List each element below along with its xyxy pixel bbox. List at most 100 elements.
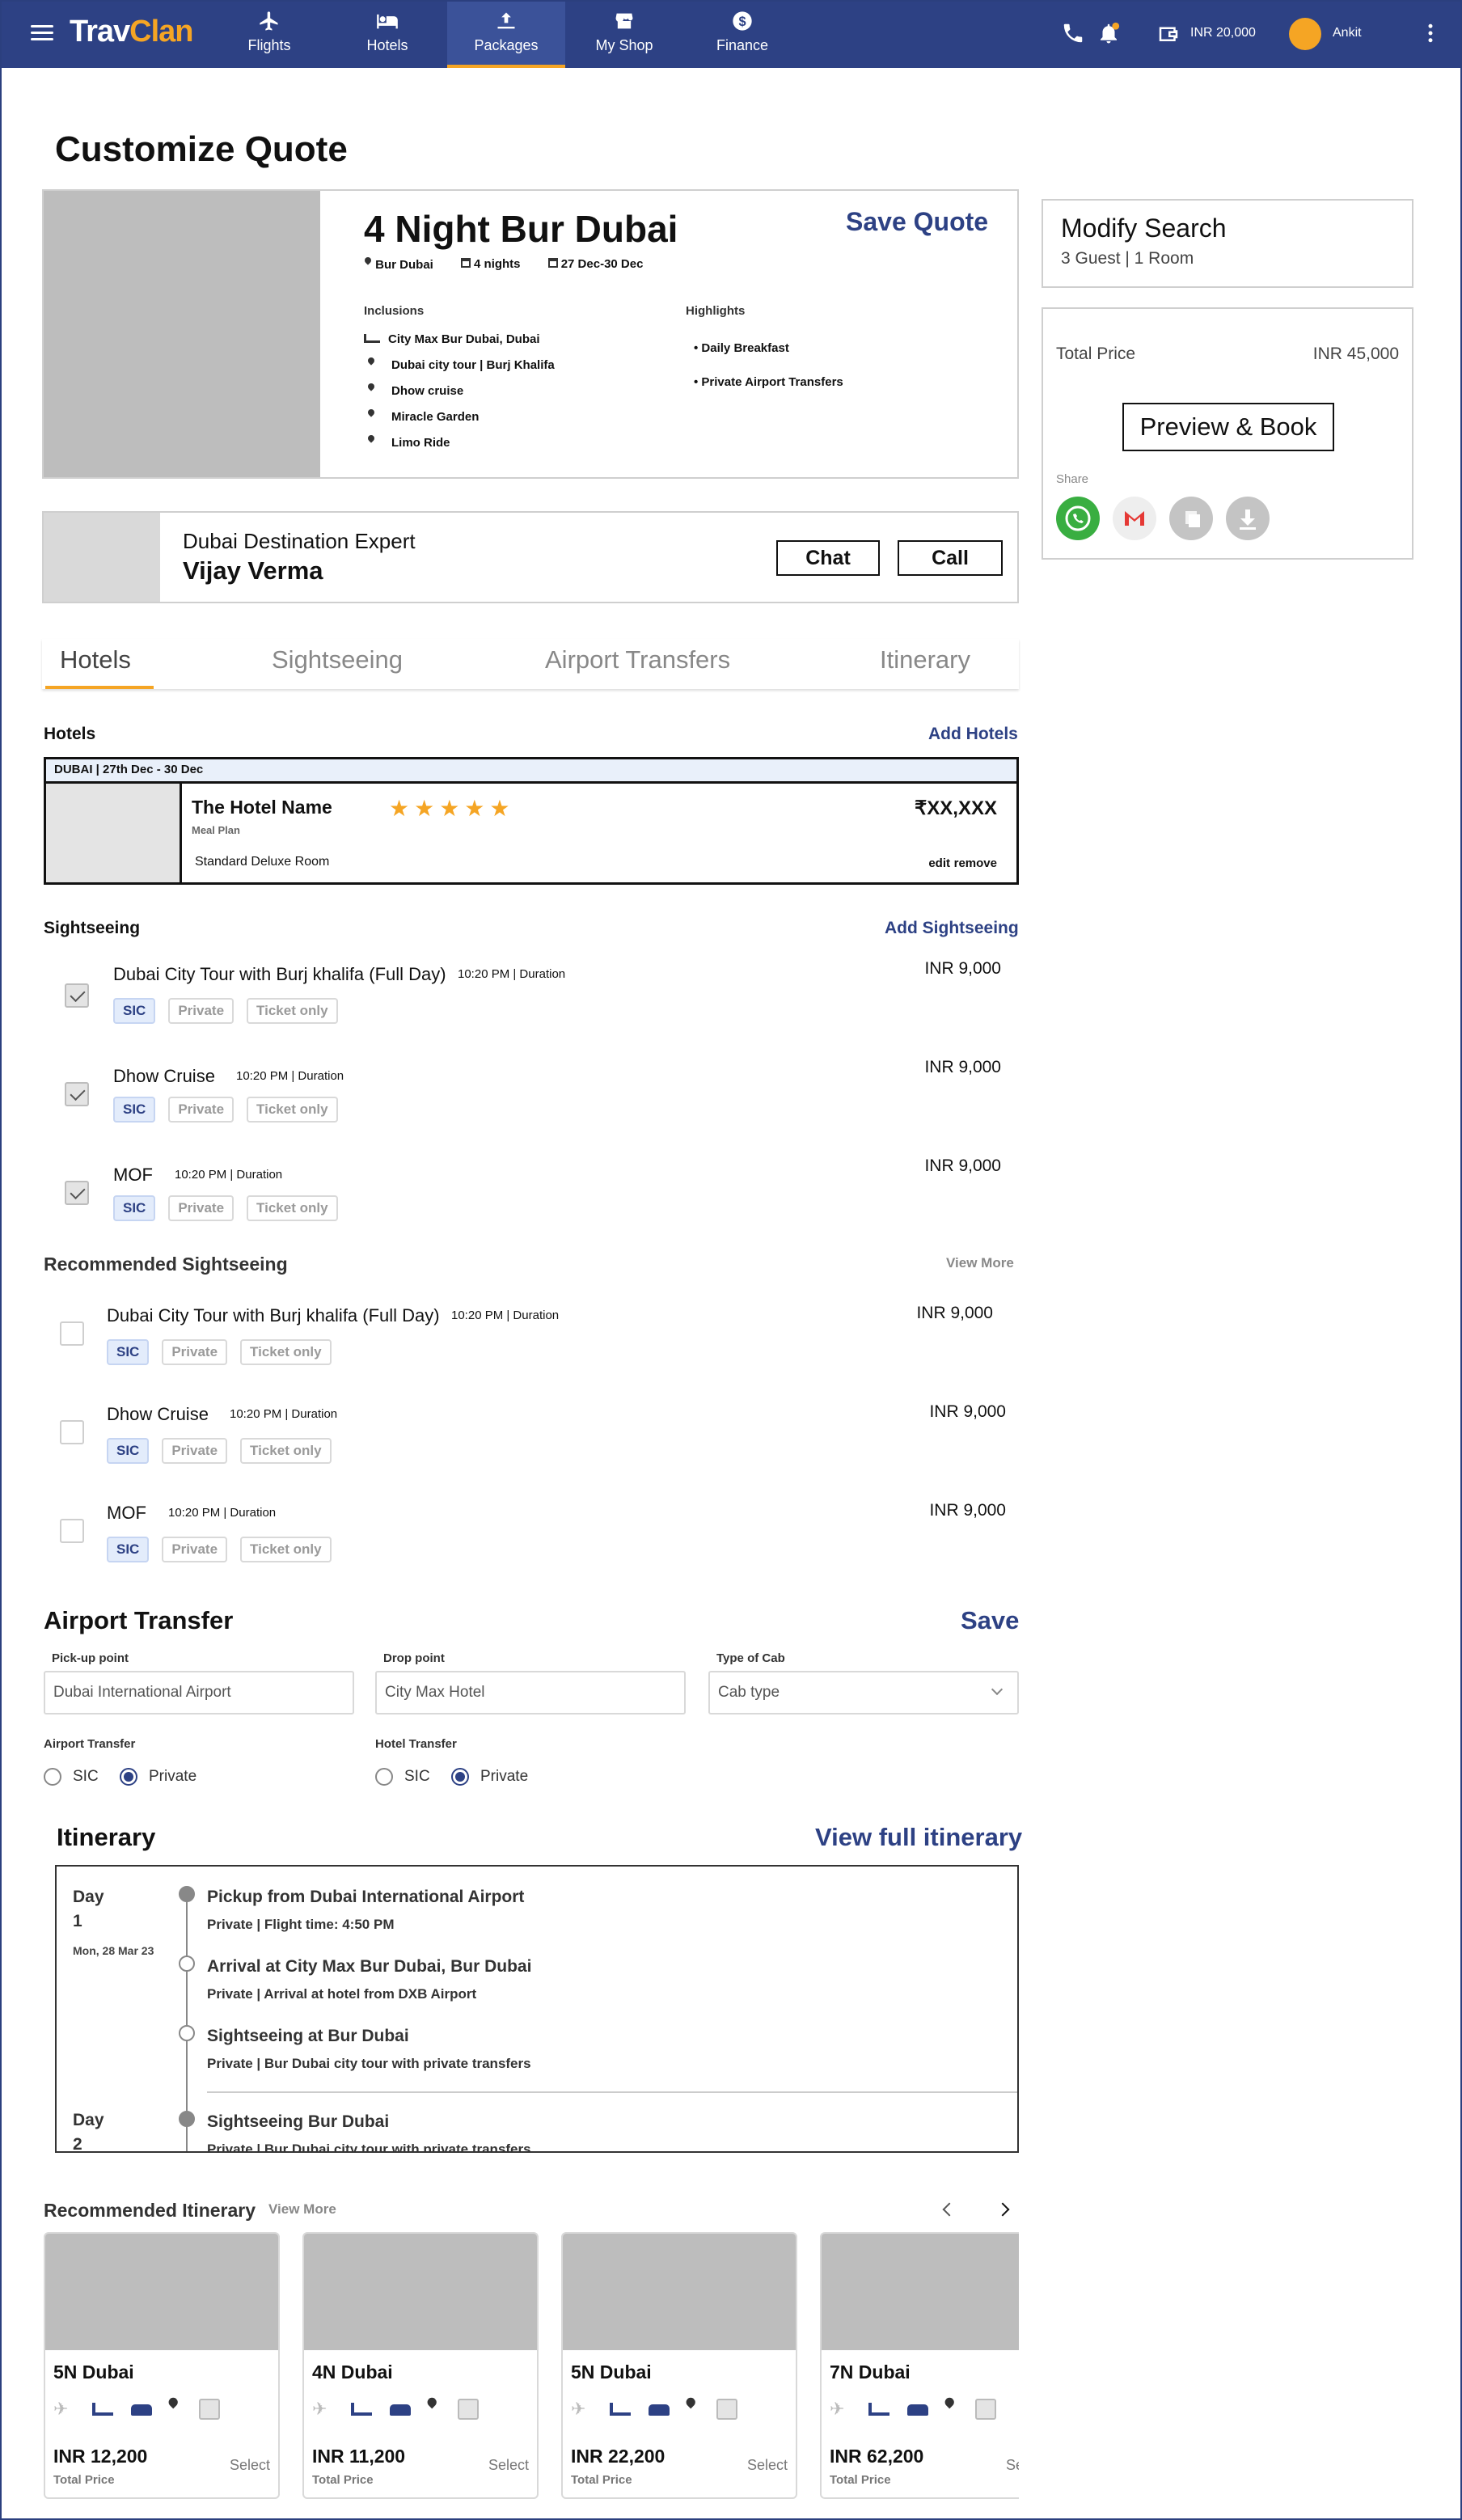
plane-icon: ✈ — [571, 2399, 586, 2419]
bed-icon — [610, 2403, 631, 2416]
select-itinerary-button[interactable]: Select — [747, 2457, 788, 2474]
edit-hotel-button[interactable]: edit — [928, 856, 950, 870]
add-sightseeing-button[interactable]: Add Sightseeing — [885, 919, 1019, 938]
option-ticket-only[interactable]: Ticket only — [240, 1339, 332, 1365]
inclusion-item: Dubai city tour | Burj Khalifa — [364, 353, 555, 378]
select-itinerary-button[interactable]: Select — [488, 2457, 529, 2474]
carousel-prev-icon[interactable] — [942, 2202, 957, 2217]
visa-icon — [716, 2399, 737, 2420]
sightseeing-checkbox[interactable] — [60, 1519, 84, 1543]
option-private[interactable]: Private — [168, 1097, 235, 1123]
wallet-icon[interactable] — [1156, 21, 1181, 45]
sightseeing-checkbox[interactable] — [65, 1181, 89, 1205]
nav-flights[interactable]: Flights — [210, 0, 328, 68]
tab-sightseeing[interactable]: Sightseeing — [272, 645, 403, 674]
view-more-itinerary-link[interactable]: View More — [268, 2201, 336, 2218]
bell-icon[interactable] — [1096, 21, 1121, 45]
option-private[interactable]: Private — [168, 1195, 235, 1221]
sightseeing-checkbox[interactable] — [65, 1082, 89, 1106]
tab-hotels[interactable]: Hotels — [60, 645, 131, 674]
day-label: Day — [73, 1888, 104, 1906]
itinerary-card[interactable]: 5N Dubai ✈ INR 22,200 Total Price Select — [561, 2232, 797, 2499]
download-icon[interactable] — [1226, 497, 1270, 540]
nights-meta: 4 nights — [460, 257, 521, 272]
option-ticket-only[interactable]: Ticket only — [247, 998, 338, 1024]
hotel-private-radio[interactable] — [451, 1768, 469, 1786]
nav-my-shop[interactable]: My Shop — [565, 0, 683, 68]
drop-field[interactable]: City Max Hotel — [375, 1671, 686, 1715]
nav-finance[interactable]: $ Finance — [683, 0, 801, 68]
view-more-sightseeing-link[interactable]: View More — [946, 1255, 1014, 1271]
add-hotels-button[interactable]: Add Hotels — [928, 725, 1018, 744]
nav-packages[interactable]: Packages — [447, 0, 565, 68]
sightseeing-checkbox[interactable] — [60, 1420, 84, 1444]
option-sic[interactable]: SIC — [107, 1537, 150, 1562]
user-name[interactable]: Ankit — [1333, 26, 1362, 40]
bed-icon — [92, 2403, 113, 2416]
hamburger-menu-icon[interactable] — [31, 21, 53, 45]
option-ticket-only[interactable]: Ticket only — [240, 1438, 332, 1464]
option-private[interactable]: Private — [162, 1537, 228, 1562]
option-private[interactable]: Private — [168, 998, 235, 1024]
bed-icon — [377, 14, 398, 29]
travclan-logo[interactable]: TravClan — [70, 15, 194, 49]
preview-book-button[interactable]: Preview & Book — [1122, 403, 1334, 451]
itinerary-card[interactable]: 4N Dubai ✈ INR 11,200 Total Price Select — [302, 2232, 539, 2499]
sightseeing-time: 10:20 PM | Duration — [236, 1069, 344, 1083]
option-sic[interactable]: SIC — [107, 1339, 150, 1365]
highlights-list: • Daily Breakfast • Private Airport Tran… — [694, 332, 843, 400]
highlights-label: Highlights — [686, 304, 746, 318]
inclusion-item: Limo Ride — [364, 430, 555, 456]
option-private[interactable]: Private — [162, 1339, 228, 1365]
select-itinerary-button[interactable]: Select — [230, 2457, 270, 2474]
sightseeing-price: INR 9,000 — [924, 1156, 1001, 1175]
location-pin-icon — [367, 383, 375, 395]
day-number: 1 — [73, 1912, 82, 1930]
carousel-next-icon[interactable] — [995, 2202, 1010, 2217]
itinerary-card[interactable]: 7N Dubai ✈ INR 62,200 Total Price Select — [820, 2232, 1019, 2499]
sightseeing-checkbox[interactable] — [65, 983, 89, 1008]
cab-type-select[interactable]: Cab type — [708, 1671, 1019, 1715]
phone-icon[interactable] — [1061, 21, 1085, 45]
option-sic[interactable]: SIC — [107, 1438, 150, 1464]
more-vertical-icon[interactable] — [1418, 21, 1443, 45]
call-button[interactable]: Call — [898, 540, 1003, 576]
select-itinerary-button[interactable]: Select — [1006, 2457, 1019, 2474]
hotel-sic-radio[interactable] — [375, 1768, 393, 1786]
copy-icon[interactable] — [1169, 497, 1213, 540]
option-sic[interactable]: SIC — [113, 1195, 156, 1221]
pickup-field[interactable]: Dubai International Airport — [44, 1671, 354, 1715]
sightseeing-time: 10:20 PM | Duration — [458, 967, 566, 981]
tab-airport-transfers[interactable]: Airport Transfers — [545, 645, 730, 674]
option-private[interactable]: Private — [162, 1438, 228, 1464]
airport-sic-radio[interactable] — [44, 1768, 61, 1786]
itinerary-card[interactable]: 5N Dubai ✈ INR 12,200 Total Price Select — [44, 2232, 280, 2499]
save-transfer-button[interactable]: Save — [961, 1606, 1019, 1635]
option-ticket-only[interactable]: Ticket only — [240, 1537, 332, 1562]
view-full-itinerary-link[interactable]: View full itinerary — [815, 1823, 1022, 1852]
nav-hotels[interactable]: Hotels — [328, 0, 446, 68]
gmail-icon[interactable] — [1113, 497, 1156, 540]
sightseeing-checkbox[interactable] — [60, 1321, 84, 1346]
chat-button[interactable]: Chat — [776, 540, 880, 576]
option-ticket-only[interactable]: Ticket only — [247, 1097, 338, 1123]
dollar-icon: $ — [733, 11, 752, 31]
option-sic[interactable]: SIC — [113, 1097, 156, 1123]
itinerary-event-title: Arrival at City Max Bur Dubai, Bur Dubai — [207, 1957, 532, 1976]
inclusion-item: Miracle Garden — [364, 404, 555, 430]
hotel-date-band: DUBAI | 27th Dec - 30 Dec — [46, 759, 1016, 784]
recommended-itinerary-carousel: 5N Dubai ✈ INR 12,200 Total Price Select… — [44, 2232, 1019, 2507]
avatar[interactable] — [1289, 18, 1321, 50]
remove-hotel-button[interactable]: remove — [954, 856, 997, 870]
modify-search-card[interactable]: Modify Search 3 Guest | 1 Room — [1042, 199, 1413, 288]
timeline-dot — [179, 1886, 195, 1902]
inclusion-item: Dhow cruise — [364, 378, 555, 404]
sightseeing-section-title: Sightseeing — [44, 919, 141, 937]
option-sic[interactable]: SIC — [113, 998, 156, 1024]
airport-private-radio[interactable] — [120, 1768, 137, 1786]
save-quote-button[interactable]: Save Quote — [846, 207, 988, 237]
tab-itinerary[interactable]: Itinerary — [880, 645, 970, 674]
option-ticket-only[interactable]: Ticket only — [247, 1195, 338, 1221]
timeline-dot — [179, 2025, 195, 2041]
whatsapp-icon[interactable] — [1056, 497, 1100, 540]
